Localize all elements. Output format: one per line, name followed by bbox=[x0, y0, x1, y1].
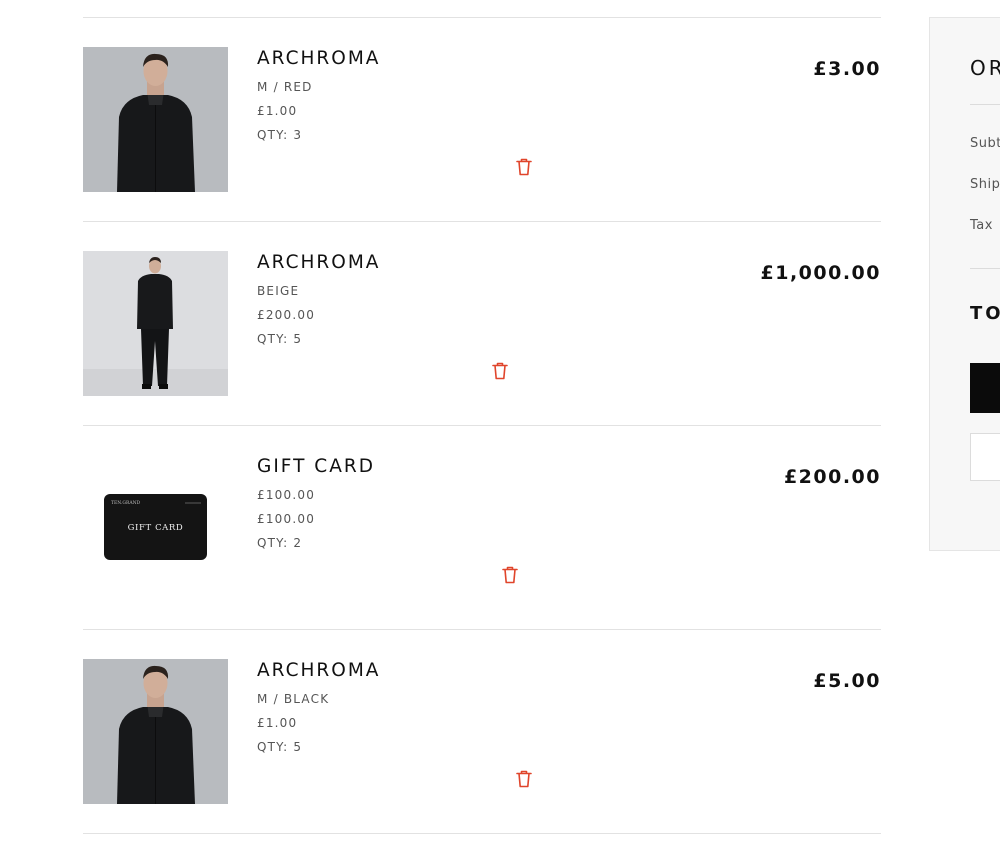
unit-price: £1.00 bbox=[257, 716, 298, 730]
cart-item: ARCHROMA M / RED £1.00 QTY: 3 £3.00 bbox=[83, 18, 881, 222]
product-variant: BEIGE bbox=[257, 284, 300, 298]
product-title[interactable]: ARCHROMA bbox=[257, 48, 380, 69]
product-image[interactable] bbox=[83, 659, 228, 804]
trash-icon[interactable] bbox=[502, 566, 518, 584]
gift-card-brand: TEN.GRAND bbox=[111, 500, 141, 506]
shipping-label: Ship bbox=[970, 177, 1000, 192]
divider bbox=[970, 268, 1000, 269]
product-variant: £100.00 bbox=[257, 488, 316, 502]
unit-price: £200.00 bbox=[257, 308, 316, 322]
quantity: QTY: 2 bbox=[257, 536, 303, 550]
summary-title: OR bbox=[970, 56, 1000, 80]
product-title[interactable]: ARCHROMA bbox=[257, 660, 380, 681]
product-image[interactable]: TEN.GRAND GIFT CARD bbox=[83, 455, 228, 600]
quantity: QTY: 5 bbox=[257, 740, 303, 754]
trash-icon[interactable] bbox=[516, 158, 532, 176]
trash-icon[interactable] bbox=[492, 362, 508, 380]
product-variant: M / BLACK bbox=[257, 692, 330, 706]
line-total: £200.00 bbox=[783, 466, 881, 488]
unit-price: £1.00 bbox=[257, 104, 298, 118]
line-total: £3.00 bbox=[813, 58, 881, 80]
product-title[interactable]: ARCHROMA bbox=[257, 252, 380, 273]
quantity: QTY: 5 bbox=[257, 332, 303, 346]
order-summary-panel: OR Subt Ship Tax TO bbox=[929, 17, 1000, 551]
total-label: TO bbox=[970, 303, 1000, 324]
secondary-action-button[interactable] bbox=[970, 433, 1000, 481]
cart-item: ARCHROMA M / BLACK £1.00 QTY: 5 £5.00 bbox=[83, 630, 881, 834]
tax-label: Tax bbox=[970, 218, 993, 233]
cart-item: ARCHROMA BEIGE £200.00 QTY: 5 £1,000.00 bbox=[83, 222, 881, 426]
gift-card-label: GIFT CARD bbox=[128, 523, 184, 533]
product-image[interactable] bbox=[83, 47, 228, 192]
product-variant: M / RED bbox=[257, 80, 313, 94]
divider bbox=[83, 833, 881, 834]
line-total: £5.00 bbox=[813, 670, 881, 692]
product-title[interactable]: GIFT CARD bbox=[257, 456, 375, 477]
subtotal-label: Subt bbox=[970, 136, 1000, 151]
trash-icon[interactable] bbox=[516, 770, 532, 788]
checkout-button[interactable] bbox=[970, 363, 1000, 413]
cart-item: TEN.GRAND GIFT CARD GIFT CARD £100.00 £1… bbox=[83, 426, 881, 630]
quantity: QTY: 3 bbox=[257, 128, 303, 142]
unit-price: £100.00 bbox=[257, 512, 316, 526]
product-image[interactable] bbox=[83, 251, 228, 396]
divider bbox=[970, 104, 1000, 105]
line-total: £1,000.00 bbox=[760, 262, 881, 284]
